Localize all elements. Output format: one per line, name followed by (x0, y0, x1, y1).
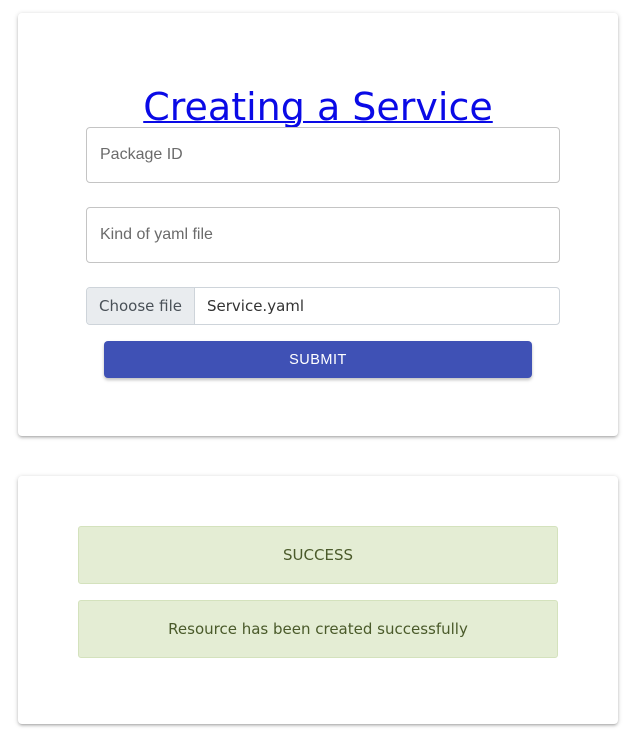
status-text: SUCCESS (283, 546, 353, 564)
selected-file-name: Service.yaml (207, 297, 305, 315)
yaml-kind-input[interactable] (86, 207, 560, 263)
create-service-card: Creating a Service Choose file Service.y… (18, 13, 618, 436)
message-text: Resource has been created successfully (168, 620, 468, 638)
status-alert: SUCCESS (78, 526, 558, 584)
package-id-input[interactable] (86, 127, 560, 183)
title-link[interactable]: Creating a Service (143, 85, 493, 129)
submit-button[interactable]: SUBMIT (104, 341, 532, 378)
file-upload-field[interactable]: Choose file Service.yaml (86, 287, 560, 325)
message-alert: Resource has been created successfully (78, 600, 558, 658)
choose-file-button[interactable]: Choose file (87, 288, 195, 324)
result-card: SUCCESS Resource has been created succes… (18, 476, 618, 724)
page-title: Creating a Service (18, 85, 618, 131)
